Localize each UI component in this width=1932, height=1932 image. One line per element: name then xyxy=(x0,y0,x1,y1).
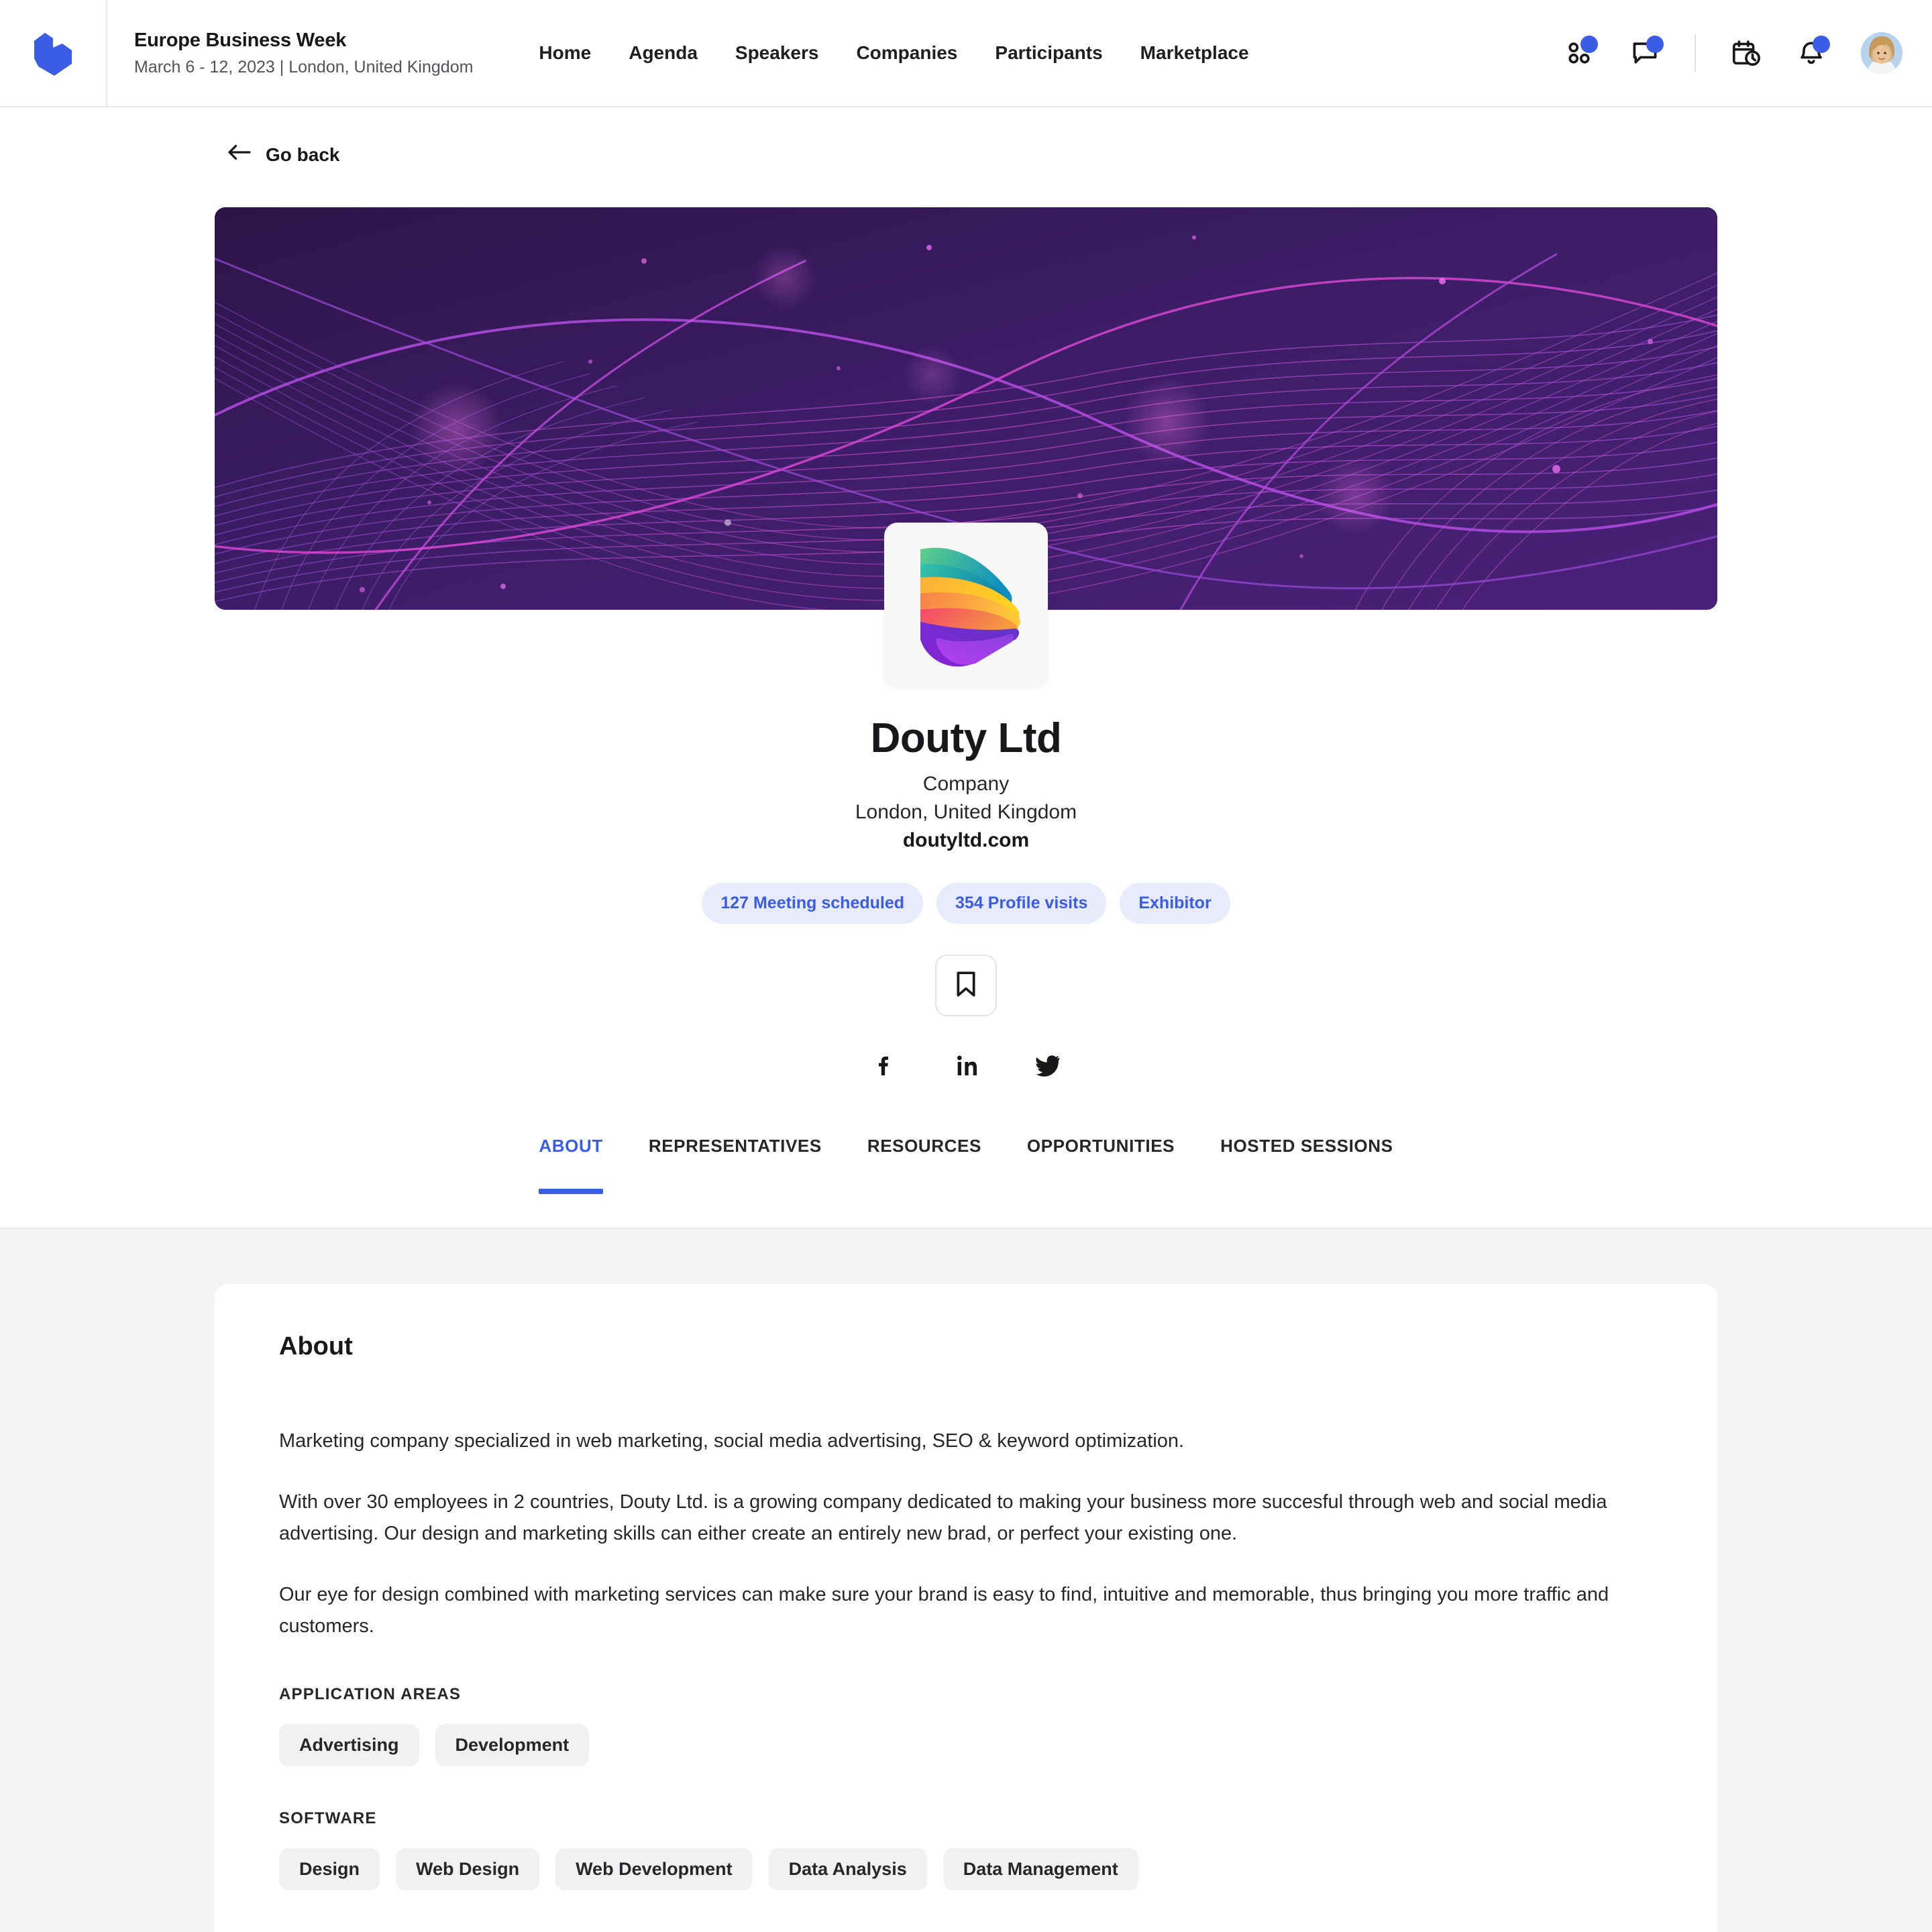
apps-grid-button[interactable] xyxy=(1563,36,1598,69)
nav-item-agenda[interactable]: Agenda xyxy=(629,42,698,64)
company-profile-page: Europe Business Week March 6 - 12, 2023 … xyxy=(0,0,1932,1932)
stat-meetings-scheduled[interactable]: 127 Meeting scheduled xyxy=(702,883,924,924)
profile-tabs: ABOUT REPRESENTATIVES RESOURCES OPPORTUN… xyxy=(0,1136,1932,1228)
company-stats: 127 Meeting scheduled 354 Profile visits… xyxy=(0,883,1932,924)
header-divider xyxy=(1695,34,1696,72)
b-hexagon-logo-icon xyxy=(32,29,74,77)
bookmark-button[interactable] xyxy=(935,955,997,1016)
company-type: Company xyxy=(922,773,1010,795)
nav-item-marketplace[interactable]: Marketplace xyxy=(1140,42,1249,64)
about-paragraph: Our eye for design combined with marketi… xyxy=(279,1583,1609,1637)
software-label: SOFTWARE xyxy=(279,1809,377,1827)
nav-item-home[interactable]: Home xyxy=(539,42,591,64)
tag-advertising[interactable]: Advertising xyxy=(279,1723,419,1766)
company-profile-header: Douty Ltd Company London, United Kingdom… xyxy=(0,523,1932,1081)
company-logo-card xyxy=(884,523,1048,686)
application-areas-label: APPLICATION AREAS xyxy=(279,1684,462,1703)
twitter-icon[interactable] xyxy=(1032,1050,1063,1081)
go-back-row: Go back xyxy=(0,107,1932,167)
tab-opportunities[interactable]: OPPORTUNITIES xyxy=(1027,1136,1175,1193)
go-back-label: Go back xyxy=(266,144,340,165)
event-title: Europe Business Week xyxy=(134,30,347,52)
tab-representatives[interactable]: REPRESENTATIVES xyxy=(649,1136,822,1193)
about-paragraph: Marketing company specialized in web mar… xyxy=(279,1430,1185,1452)
nav-item-participants[interactable]: Participants xyxy=(995,42,1102,64)
bookmark-icon xyxy=(953,969,979,1002)
tag-development[interactable]: Development xyxy=(435,1723,590,1766)
tab-about[interactable]: ABOUT xyxy=(539,1136,604,1194)
about-card: About Marketing company specialized in w… xyxy=(215,1284,1717,1932)
tag-data-analysis[interactable]: Data Analysis xyxy=(768,1847,927,1890)
company-website-link[interactable]: doutyltd.com xyxy=(0,829,1932,852)
brand-logo-container[interactable] xyxy=(0,0,107,107)
chat-button[interactable] xyxy=(1629,36,1664,69)
tab-resources[interactable]: RESOURCES xyxy=(867,1136,981,1193)
notifications-button[interactable] xyxy=(1795,36,1830,69)
tag-web-development[interactable]: Web Development xyxy=(555,1847,753,1890)
nav-item-speakers[interactable]: Speakers xyxy=(735,42,819,64)
stat-profile-visits[interactable]: 354 Profile visits xyxy=(936,883,1107,924)
apps-grid-badge xyxy=(1580,36,1598,53)
tab-hosted-sessions[interactable]: HOSTED SESSIONS xyxy=(1220,1136,1393,1193)
application-areas-tags: Advertising Development xyxy=(279,1723,1653,1766)
content-area: About Marketing company specialized in w… xyxy=(0,1229,1932,1932)
go-back-button[interactable]: Go back xyxy=(227,142,339,167)
event-subtitle: March 6 - 12, 2023 | London, United King… xyxy=(134,57,474,76)
header-actions xyxy=(1563,32,1932,74)
arrow-left-icon xyxy=(227,142,252,167)
event-info: Europe Business Week March 6 - 12, 2023 … xyxy=(107,28,473,78)
notifications-badge xyxy=(1813,36,1830,53)
chat-badge xyxy=(1646,36,1664,53)
facebook-icon[interactable] xyxy=(869,1050,900,1081)
software-tags: Design Web Design Web Development Data A… xyxy=(279,1847,1653,1890)
about-card-title: About xyxy=(279,1332,353,1360)
about-body: Marketing company specialized in web mar… xyxy=(279,1426,1653,1642)
rainbow-play-logo-icon xyxy=(908,539,1024,670)
tag-data-management[interactable]: Data Management xyxy=(943,1847,1138,1890)
tag-design[interactable]: Design xyxy=(279,1847,380,1890)
stat-exhibitor[interactable]: Exhibitor xyxy=(1120,883,1230,924)
nav-item-companies[interactable]: Companies xyxy=(856,42,957,64)
bookmark-row xyxy=(0,955,1932,1016)
user-avatar[interactable] xyxy=(1861,32,1902,74)
company-name: Douty Ltd xyxy=(870,715,1062,761)
linkedin-icon[interactable] xyxy=(951,1050,981,1081)
social-links xyxy=(0,1050,1932,1081)
calendar-clock-button[interactable] xyxy=(1729,37,1762,69)
company-location: London, United Kingdom xyxy=(855,801,1077,823)
app-header: Europe Business Week March 6 - 12, 2023 … xyxy=(0,0,1932,107)
primary-nav: Home Agenda Speakers Companies Participa… xyxy=(539,42,1248,64)
tag-web-design[interactable]: Web Design xyxy=(396,1847,540,1890)
about-paragraph: With over 30 employees in 2 countries, D… xyxy=(279,1491,1607,1544)
